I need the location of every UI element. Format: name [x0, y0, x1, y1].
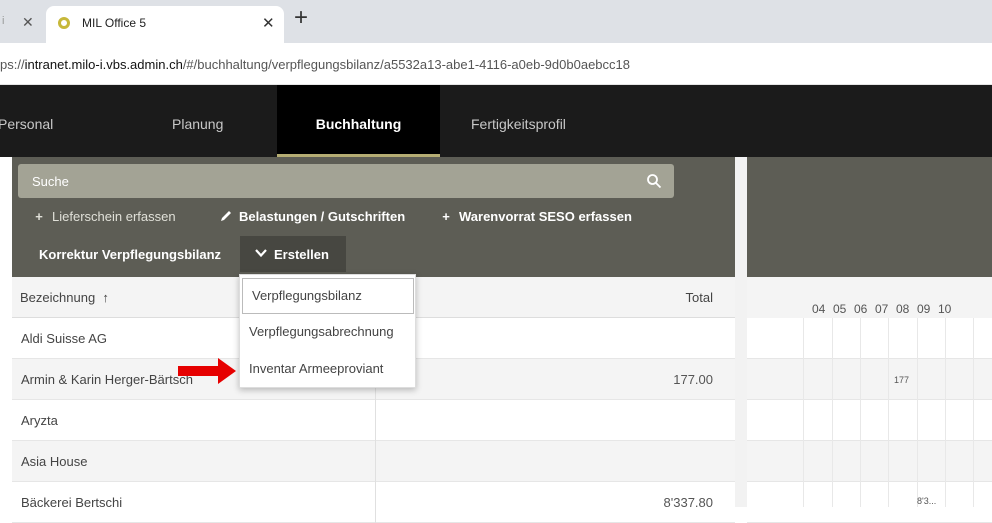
search-input[interactable]: Suche — [18, 164, 674, 198]
belastungen-label: Belastungen / Gutschriften — [239, 209, 406, 224]
row-total: 8'337.80 — [663, 495, 713, 510]
menu-item-label: Inventar Armeeproviant — [249, 361, 384, 376]
close-tab-icon[interactable]: ✕ — [262, 14, 275, 32]
row-name: Armin & Karin Herger-Bärtsch — [21, 372, 193, 387]
day-label: 09 — [917, 302, 931, 316]
calendar-header-panel — [747, 157, 992, 277]
calendar-row — [747, 482, 992, 523]
action-row-2: Korrektur Verpflegungsbilanz Erstellen — [12, 236, 732, 272]
row-name: Aryzta — [21, 413, 58, 428]
column-divider — [375, 482, 376, 523]
calendar-row — [747, 441, 992, 482]
row-name: Aldi Suisse AG — [21, 331, 107, 346]
lieferschein-button[interactable]: + Lieferschein erfassen — [32, 209, 176, 224]
column-header-total[interactable]: Total — [686, 290, 713, 305]
active-tab[interactable]: MIL Office 5 ✕ — [46, 6, 284, 43]
column-label: Bezeichnung — [20, 290, 96, 305]
table-row[interactable]: Aryzta — [12, 400, 735, 441]
action-row: + Lieferschein erfassen Belastungen / Gut… — [12, 209, 732, 229]
calendar-gridline — [945, 318, 946, 507]
column-header-bezeichnung[interactable]: Bezeichnung ↑ — [20, 290, 109, 305]
row-name: Asia House — [21, 454, 88, 469]
menu-item-inventar-armeeproviant[interactable]: Inventar Armeeproviant — [240, 352, 417, 388]
calendar-gridline — [973, 318, 974, 507]
warenvorrat-label: Warenvorrat SESO erfassen — [459, 209, 632, 224]
close-tab-icon[interactable]: ✕ — [22, 14, 34, 31]
menu-item-verpflegungsabrechnung[interactable]: Verpflegungsabrechnung — [240, 315, 417, 351]
calendar-gridline — [917, 318, 918, 507]
panel-divider[interactable] — [735, 157, 747, 507]
calendar-gridline — [803, 318, 804, 507]
previous-tab-title: i — [2, 15, 5, 27]
day-label: 05 — [833, 302, 847, 316]
menu-item-verpflegungsbilanz[interactable]: Verpflegungsbilanz — [242, 278, 414, 314]
lieferschein-label: Lieferschein erfassen — [52, 209, 176, 224]
sort-ascending-icon: ↑ — [102, 290, 109, 305]
browser-tab-strip: i ✕ MIL Office 5 ✕ + — [0, 0, 992, 43]
url-path: /#/buchhaltung/verpflegungsbilanz/a5532a… — [182, 57, 630, 72]
erstellen-dropdown-menu: Verpflegungsbilanz Verpflegungsabrechnun… — [239, 274, 416, 388]
erstellen-dropdown-button[interactable]: Erstellen — [240, 236, 346, 272]
menu-item-label: Verpflegungsbilanz — [252, 288, 362, 303]
nav-label: Planung — [172, 116, 224, 132]
calendar-gridline — [832, 318, 833, 507]
calendar-row — [747, 318, 992, 359]
nav-item-fertigkeitsprofil[interactable]: Fertigkeitsprofil — [471, 85, 601, 157]
day-label: 10 — [938, 302, 952, 316]
nav-item-buchhaltung[interactable]: Buchhaltung — [277, 85, 440, 157]
warenvorrat-button[interactable]: + Warenvorrat SESO erfassen — [439, 209, 632, 224]
calendar-row — [747, 359, 992, 400]
red-arrow-icon — [178, 358, 236, 384]
table-row[interactable]: Asia House — [12, 441, 735, 482]
address-bar[interactable]: ps://intranet.milo-i.vbs.admin.ch/#/buch… — [0, 43, 992, 85]
column-divider — [375, 441, 376, 482]
url-text[interactable]: ps://intranet.milo-i.vbs.admin.ch/#/buch… — [0, 57, 630, 72]
erstellen-label: Erstellen — [274, 247, 329, 262]
plus-icon: + — [442, 209, 450, 224]
calendar-row — [747, 400, 992, 441]
day-label: 04 — [812, 302, 826, 316]
app-navigation: Personal Planung Buchhaltung Fertigkeits… — [0, 85, 992, 157]
url-host: intranet.milo-i.vbs.admin.ch — [24, 57, 183, 72]
plus-icon: + — [35, 209, 43, 224]
nav-label: Fertigkeitsprofil — [471, 116, 566, 132]
nav-item-planung[interactable]: Planung — [172, 85, 252, 157]
url-prefix: ps:// — [0, 57, 25, 72]
calendar-gridline — [888, 318, 889, 507]
search-icon[interactable] — [646, 173, 662, 189]
toolbar-panel: Suche + Lieferschein erfassen Belastungen… — [12, 157, 735, 277]
nav-label: Buchhaltung — [315, 116, 402, 132]
nav-label: Personal — [0, 116, 54, 132]
new-tab-plus-icon[interactable]: + — [294, 4, 308, 32]
chevron-down-icon — [255, 249, 267, 258]
calendar-cell-value[interactable]: 8'3... — [917, 496, 936, 506]
pencil-icon — [219, 209, 233, 224]
day-label: 07 — [875, 302, 889, 316]
previous-tab[interactable]: i ✕ — [0, 0, 42, 43]
day-label: 08 — [896, 302, 910, 316]
nav-item-personal[interactable]: Personal — [0, 85, 88, 157]
column-divider — [375, 400, 376, 441]
table-row[interactable]: Bäckerei Bertschi 8'337.80 — [12, 482, 735, 523]
search-label: Suche — [32, 174, 69, 189]
calendar-days: 04 05 06 07 08 09 10 — [812, 302, 959, 316]
menu-item-label: Verpflegungsabrechnung — [249, 324, 394, 339]
day-label: 06 — [854, 302, 868, 316]
row-total: 177.00 — [673, 372, 713, 387]
calendar-gridline — [860, 318, 861, 507]
tab-title: MIL Office 5 — [82, 16, 147, 30]
row-name: Bäckerei Bertschi — [21, 495, 123, 510]
korrektur-button[interactable]: Korrektur Verpflegungsbilanz — [39, 247, 221, 262]
favicon-icon — [58, 17, 70, 29]
calendar-cell-value[interactable]: 177 — [894, 375, 909, 385]
belastungen-button[interactable]: Belastungen / Gutschriften — [219, 209, 405, 224]
